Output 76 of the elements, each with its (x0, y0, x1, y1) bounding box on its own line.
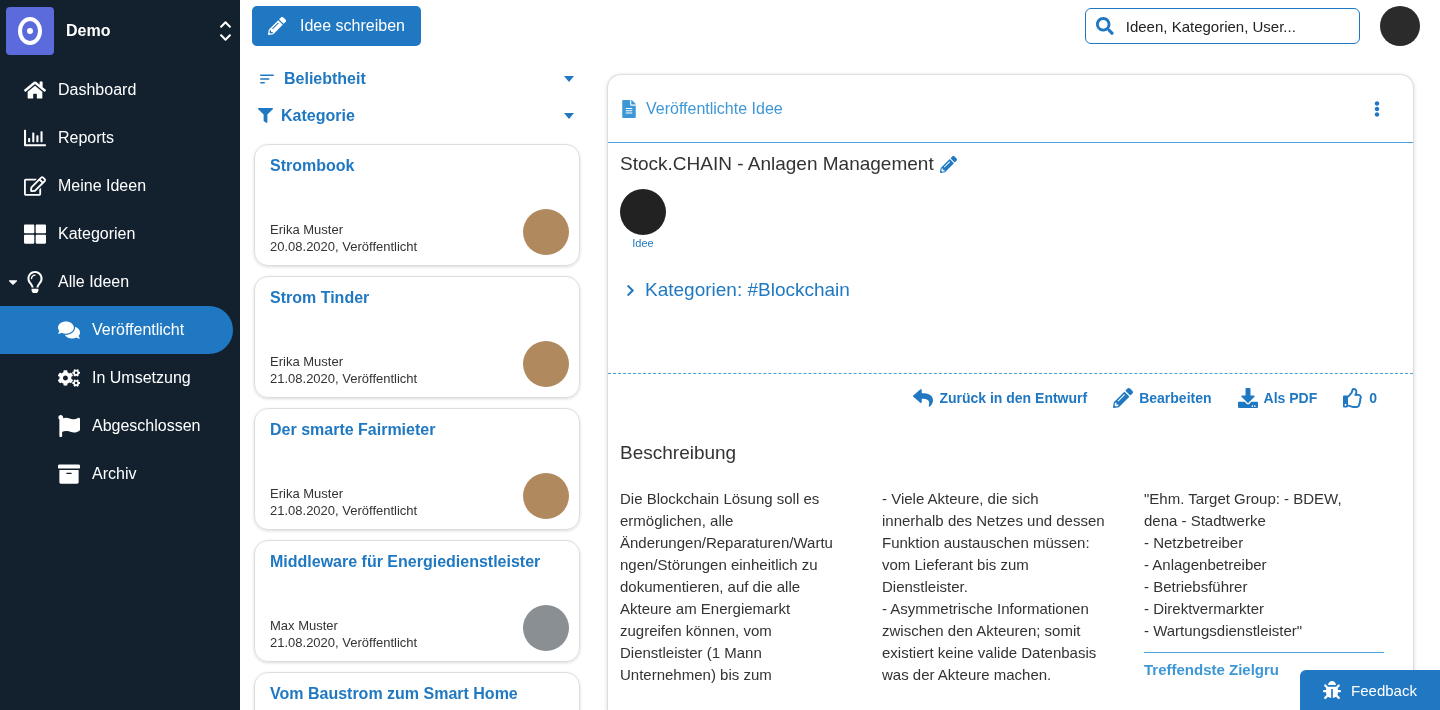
search-box[interactable]: Ideen, Kategorien, User... (1085, 8, 1360, 44)
action-button[interactable]: Bearbeiten (1113, 388, 1212, 408)
idea-title[interactable]: Strom Tinder (270, 289, 569, 307)
write-idea-button[interactable]: Idee schreiben (252, 6, 421, 46)
grid-icon (24, 223, 46, 245)
panel-header: Veröffentlichte Idee (646, 99, 784, 118)
description-text: "Ehm. Target Group: - BDEW, dena - Stadtwerke - Netzbetreiber - Anlagenbetreiber - Betriebsführer - Direktvermarkter - Wartungsdienstleister" (1144, 489, 1343, 641)
caret-icon (564, 75, 574, 82)
description-text: - Viele Akteure, die sich innerhalb des Netzes und dessen Funktion austauschen müssen: vom Lieferant bis zum Dienstleister. - Asymmetrische Informationen zwischen den Akteuren; somit existiert keine valide Datenbasis was der Akteure machen. (882, 489, 1106, 685)
nav-item[interactable]: Abgeschlossen (0, 402, 233, 450)
idea-title: Stock.CHAIN - Anlagen Management (620, 153, 934, 175)
lightbulb-icon (24, 271, 46, 293)
bug-icon (1323, 681, 1342, 699)
categories-toggle[interactable]: Kategorien: #Blockchain (620, 279, 854, 301)
author-avatar (523, 473, 569, 519)
pencil-icon (268, 17, 286, 35)
search-icon (1096, 16, 1114, 36)
idea-title[interactable]: Der smarte Fairmieter (270, 421, 569, 439)
action-button[interactable]: 0 (1343, 388, 1377, 408)
edit-icon (24, 175, 46, 197)
action-button[interactable]: Zurück in den Entwurf (913, 388, 1088, 408)
target-group-link[interactable]: Treffendste Zielgru (1144, 661, 1280, 678)
idea-author: Erika Muster (270, 485, 344, 502)
sort-dropdown[interactable]: Beliebtheit (254, 60, 580, 97)
nav-item[interactable]: Meine Ideen (0, 162, 233, 210)
idea-card[interactable]: Strom Tinder Erika Muster 21.08.2020, Veröffentlicht (254, 276, 580, 398)
nav-item[interactable]: Archiv (0, 450, 233, 498)
author-avatar (523, 605, 569, 651)
reply-arrow-icon (913, 388, 934, 408)
workspace-name: Demo (66, 22, 112, 40)
user-avatar[interactable] (1380, 6, 1420, 46)
nav-item[interactable]: Kategorien (0, 210, 233, 258)
download-icon (1237, 388, 1258, 408)
flag-icon (58, 415, 80, 437)
pencil-icon (1113, 388, 1134, 408)
idea-title[interactable]: Strombook (270, 157, 569, 175)
author-role: Idee (632, 237, 654, 249)
pencil-icon[interactable] (939, 155, 957, 173)
idea-card[interactable]: Middleware für Energiedienstleister Max Muster 21.08.2020, Veröffentlicht (254, 540, 580, 662)
idea-meta: 20.08.2020, Veröffentlicht (270, 238, 418, 255)
nav-item[interactable]: Dashboard (0, 66, 233, 114)
idea-card[interactable]: Strombook Erika Muster 20.08.2020, Veröffentlicht (254, 144, 580, 266)
idea-author: Erika Muster (270, 221, 344, 238)
speech-bubbles-icon (58, 319, 80, 341)
action-button[interactable]: Als PDF (1237, 388, 1318, 408)
idea-author: Erika Muster (270, 353, 344, 370)
feedback-button[interactable]: Feedback (1300, 670, 1440, 710)
author-avatar (620, 189, 666, 235)
app-logo (6, 7, 54, 55)
author-avatar (523, 209, 569, 255)
idea-meta: 21.08.2020, Veröffentlicht (270, 634, 418, 651)
nav-item[interactable]: Veröffentlicht (0, 306, 233, 354)
idea-meta: 21.08.2020, Veröffentlicht (270, 502, 418, 519)
document-icon (620, 99, 638, 118)
description-text: Die Blockchain Lösung soll es ermöglichen, alle Änderungen/Reparaturen/Wartu ngen/Störungen einheitlich zu dokumentieren, auf die alle Akteure am Energiemarkt zugreifen können, vom Dienstleister (1 Mann Unternehmen) bis zum (620, 489, 834, 685)
home-icon (24, 79, 46, 101)
idea-meta: 21.08.2020, Veröffentlicht (270, 370, 418, 387)
section-title: Beschreibung (620, 442, 738, 464)
idea-card[interactable]: Vom Baustrom zum Smart Home (254, 672, 580, 710)
filter-dropdown[interactable]: Kategorie (254, 97, 580, 134)
archive-box-icon (58, 463, 80, 485)
idea-title[interactable]: Vom Baustrom zum Smart Home (270, 685, 569, 703)
nav-item[interactable]: In Umsetzung (0, 354, 233, 402)
nav-item[interactable]: Reports (0, 114, 233, 162)
bar-chart-icon (24, 127, 46, 149)
filter-icon (258, 108, 273, 123)
idea-author: Max Muster (270, 617, 339, 634)
caret-icon (564, 112, 574, 119)
thumbs-up-icon (1343, 388, 1364, 408)
nav-item[interactable]: Alle Ideen (0, 258, 233, 306)
gears-icon (58, 367, 80, 389)
idea-title[interactable]: Middleware für Energiedienstleister (270, 553, 569, 571)
chevron-icon (624, 283, 637, 297)
idea-card[interactable]: Der smarte Fairmieter Erika Muster 21.08.2020, Veröffentlicht (254, 408, 580, 530)
switch-chevrons-icon[interactable] (219, 18, 232, 44)
author-avatar (523, 341, 569, 387)
